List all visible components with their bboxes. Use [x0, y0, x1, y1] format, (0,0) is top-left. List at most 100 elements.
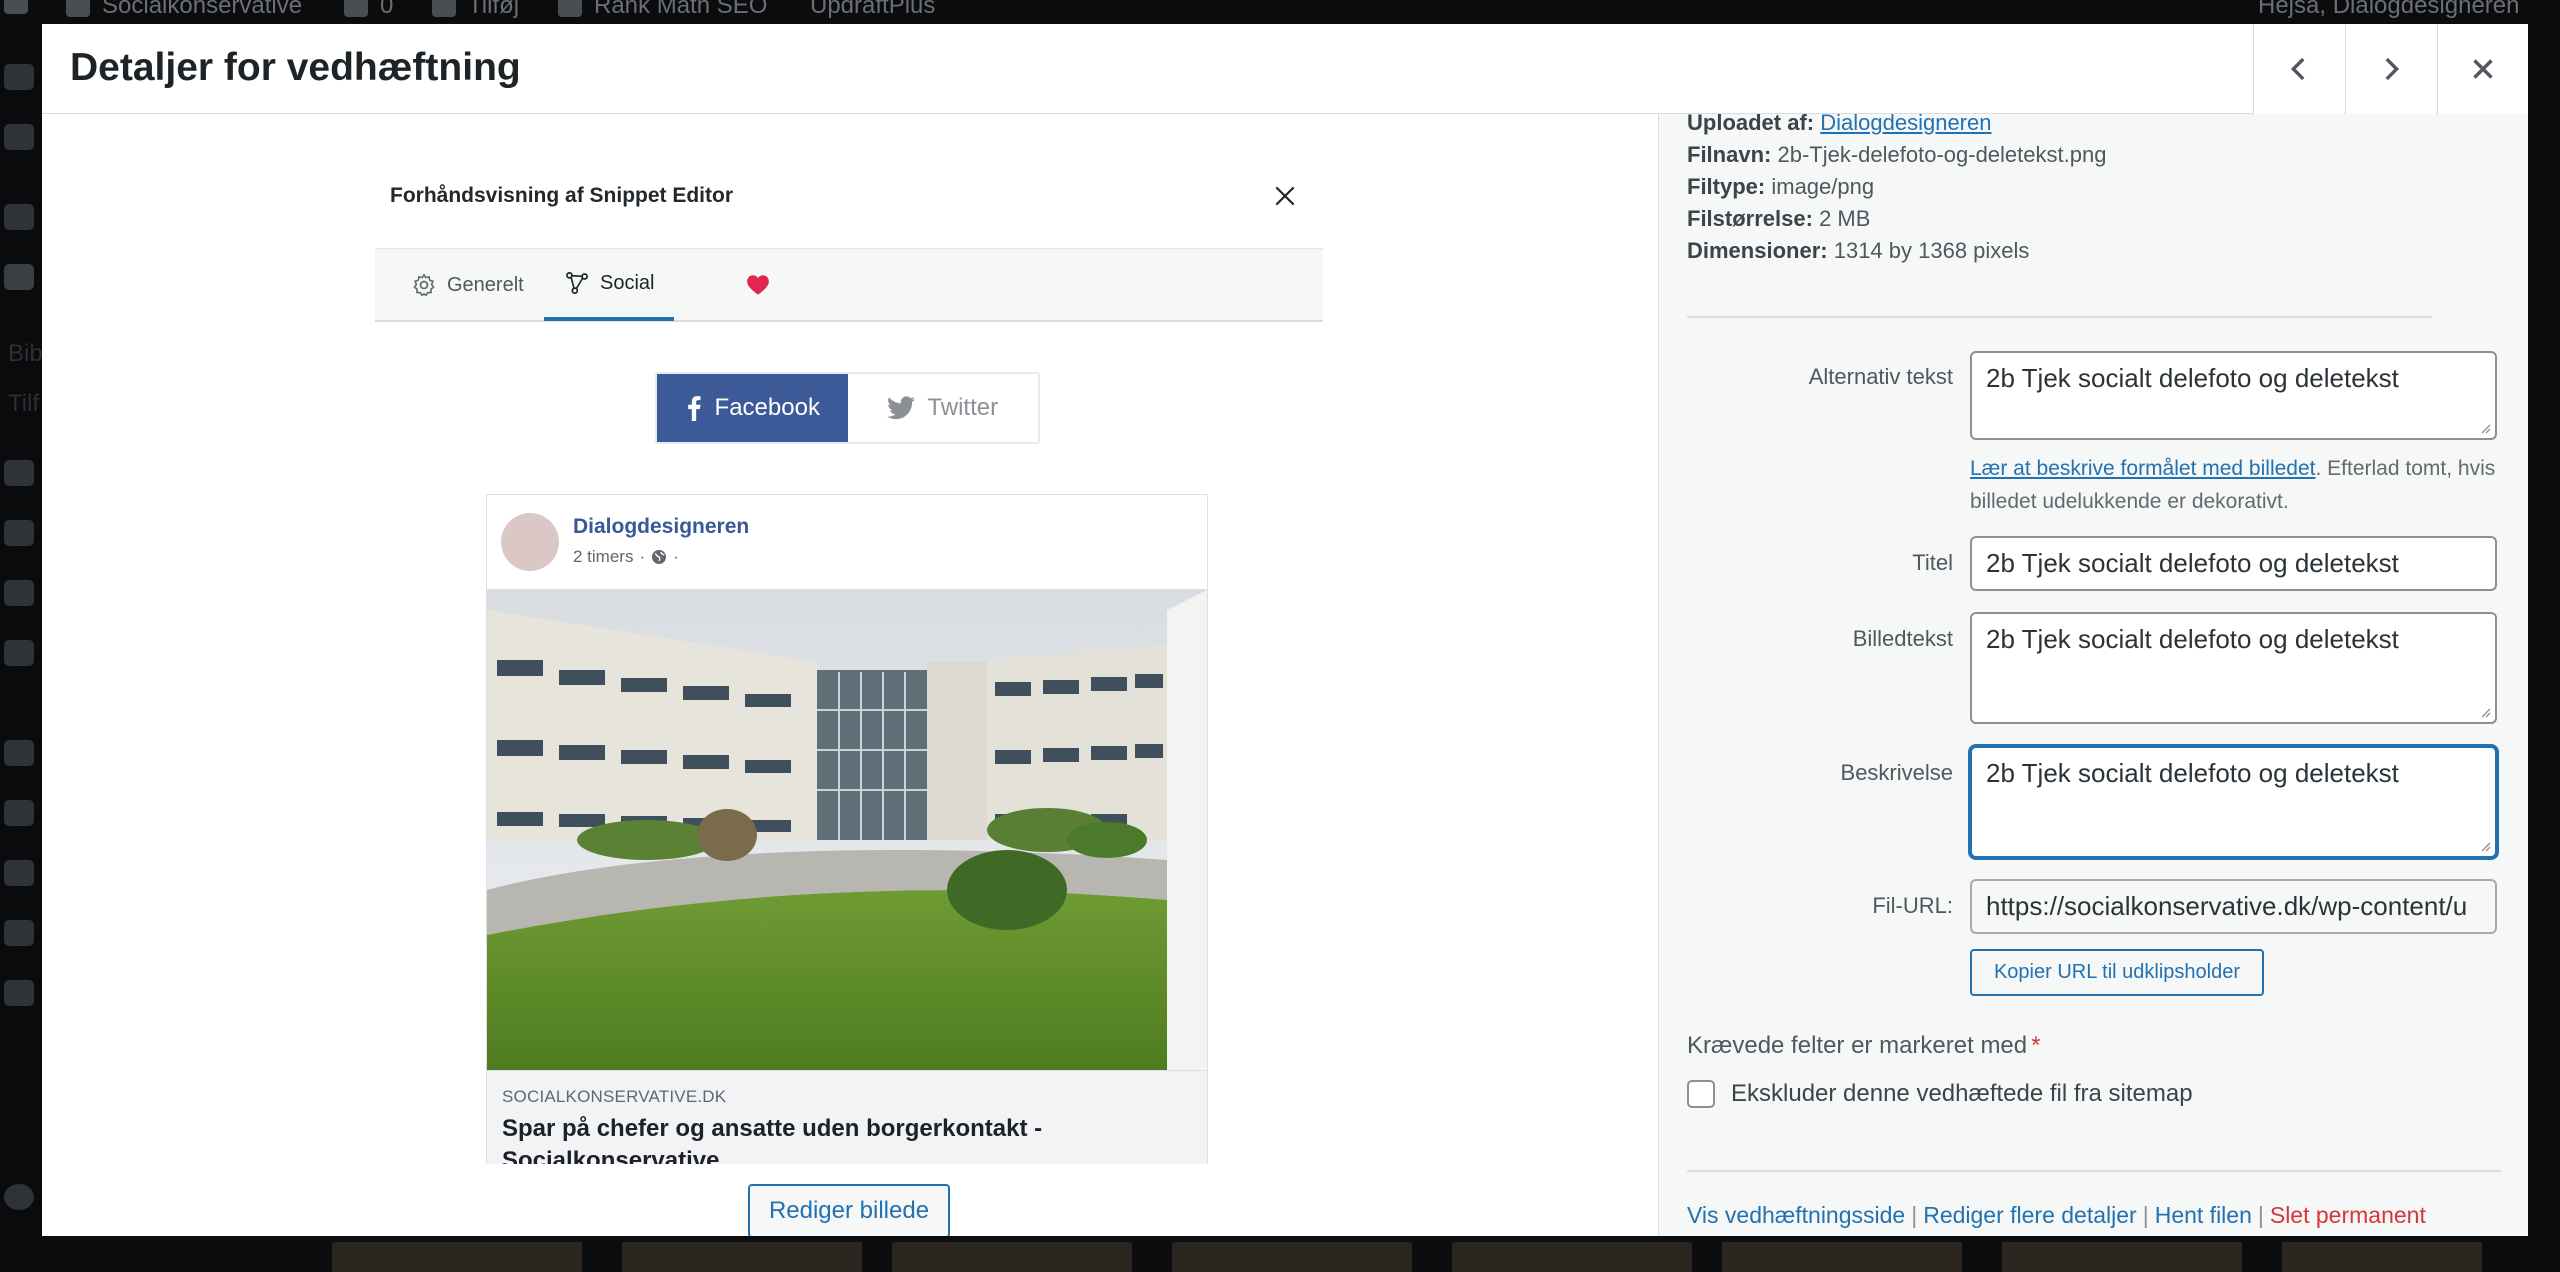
- modal-header: Detaljer for vedhæftning: [42, 24, 2528, 114]
- preview-title: Forhåndsvisning af Snippet Editor: [390, 184, 734, 207]
- tab-general[interactable]: Generelt: [411, 249, 524, 321]
- sidebar-library-text: Bib: [8, 340, 43, 367]
- filename-line: Filnavn: 2b-Tjek-delefoto-og-deletekst.p…: [1687, 142, 2107, 167]
- adminbar-updraft-link: UpdraftPlus: [810, 0, 936, 19]
- resize-grip-icon: [2481, 424, 2491, 434]
- delete-permanently-link[interactable]: Slet permanent: [2270, 1202, 2426, 1228]
- alt-text-label: Alternativ tekst: [1808, 364, 1953, 389]
- chart-icon: [4, 640, 34, 666]
- rank-math-icon: [558, 0, 582, 17]
- uploaded-by-link[interactable]: Dialogdesigneren: [1820, 114, 1991, 135]
- next-attachment-button[interactable]: [2345, 24, 2436, 114]
- adminbar-new-link: Tilføj: [432, 0, 519, 20]
- uploaded-by-line: Uploadet af: Dialogdesigneren: [1687, 114, 1991, 136]
- facebook-post-preview: Dialogdesigneren 2 timers · · SOCIALKONS…: [486, 494, 1208, 1164]
- required-fields-note: Krævede felter er markeret med *: [1687, 1032, 2041, 1059]
- snippet-editor-preview: Forhåndsvisning af Snippet Editor Genere…: [375, 152, 1323, 1164]
- adminbar-seo-link: Rank Math SEO: [558, 0, 767, 20]
- gear-icon: [413, 273, 435, 297]
- media-thumbnail: [2002, 1242, 2242, 1272]
- home-icon: [66, 0, 90, 17]
- media-thumbnail: [1722, 1242, 1962, 1272]
- media-grid-backdrop: [42, 1236, 2528, 1272]
- edit-more-details-link[interactable]: Rediger flere detaljer: [1923, 1202, 2137, 1228]
- divider: [1687, 316, 2432, 318]
- admin-bar-backdrop: Socialkonservative 0 Tilføj Rank Math SE…: [0, 0, 2560, 24]
- adminbar-greeting: Hejsa, Dialogdesigneren: [2258, 0, 2520, 19]
- alt-text-help-link[interactable]: Lær at beskrive formålet med billedet: [1970, 457, 2316, 480]
- globe-icon: [652, 550, 667, 564]
- twitter-icon: [887, 396, 916, 420]
- filetype-value: image/png: [1771, 174, 1875, 199]
- pin-icon: [4, 204, 34, 230]
- tab-favorite[interactable]: [733, 249, 783, 321]
- comments-icon: [4, 520, 34, 546]
- avatar: [501, 513, 559, 571]
- filesize-value: 2 MB: [1819, 206, 1871, 231]
- attachment-actions: Vis vedhæftningsside | Rediger flere detal…: [1687, 1202, 2426, 1228]
- settings-icon: [4, 980, 34, 1006]
- heart-icon: [747, 275, 769, 295]
- caption-field[interactable]: 2b Tjek socialt delefoto og deletekst: [1970, 612, 2497, 724]
- share-network-icon: [566, 272, 588, 294]
- meta-dot: ·: [673, 547, 679, 566]
- dashboard-icon: [4, 64, 34, 90]
- tab-general-label: Generelt: [447, 273, 524, 296]
- facebook-preview-button[interactable]: Facebook: [657, 374, 848, 442]
- sitemap-exclude-checkbox[interactable]: [1687, 1080, 1715, 1108]
- preview-tabs: Generelt Social: [375, 248, 1323, 322]
- collapse-icon: [4, 1184, 34, 1210]
- edit-image-button[interactable]: Rediger billede: [748, 1184, 950, 1236]
- wordpress-logo-icon: [4, 0, 28, 14]
- title-label: Titel: [1912, 550, 1953, 575]
- users-icon: [4, 860, 34, 886]
- tools-icon: [4, 920, 34, 946]
- description-field[interactable]: 2b Tjek socialt delefoto og deletekst: [1970, 746, 2497, 858]
- adminbar-comments-link: 0: [344, 0, 393, 20]
- post-author: Dialogdesigneren: [573, 515, 750, 538]
- preview-close-button[interactable]: [1265, 176, 1305, 216]
- meta-dot: ·: [639, 547, 646, 566]
- social-network-toggle: Facebook Twitter: [655, 372, 1040, 444]
- post-meta: 2 timers · ·: [573, 547, 679, 567]
- file-url-field[interactable]: https://socialkonservative.dk/wp-content…: [1970, 879, 2497, 934]
- caption-label: Billedtekst: [1852, 626, 1953, 651]
- media-thumbnail: [1452, 1242, 1692, 1272]
- view-attachment-page-link[interactable]: Vis vedhæftningsside: [1687, 1202, 1905, 1228]
- admin-sidebar-backdrop: Bib Tilf: [0, 24, 43, 1272]
- file-url-label: Fil-URL:: [1872, 893, 1953, 918]
- alt-text-field[interactable]: 2b Tjek socialt delefoto og deletekst: [1970, 351, 2497, 440]
- dimensions-line: Dimensioner: 1314 by 1368 pixels: [1687, 238, 2030, 263]
- previous-attachment-button[interactable]: [2253, 24, 2344, 114]
- media-thumbnail: [332, 1242, 582, 1272]
- building-photo: [487, 590, 1207, 1070]
- filename-value: 2b-Tjek-delefoto-og-deletekst.png: [1777, 142, 2107, 167]
- close-modal-button[interactable]: [2437, 24, 2528, 114]
- attachment-media-view: Forhåndsvisning af Snippet Editor Genere…: [42, 114, 1659, 1236]
- media-thumbnail: [622, 1242, 862, 1272]
- share-image: [487, 590, 1207, 1070]
- filetype-line: Filtype: image/png: [1687, 174, 1875, 199]
- description-label: Beskrivelse: [1840, 760, 1953, 785]
- modal-title: Detaljer for vedhæftning: [70, 46, 521, 89]
- filesize-line: Filstørrelse: 2 MB: [1687, 206, 1871, 231]
- resize-grip-icon: [2481, 708, 2491, 718]
- title-field[interactable]: 2b Tjek socialt delefoto og deletekst: [1970, 536, 2497, 591]
- attachment-info-panel: Uploadet af: Dialogdesigneren Filnavn: 2…: [1659, 114, 2528, 1236]
- comment-icon: [344, 0, 368, 17]
- download-file-link[interactable]: Hent filen: [2155, 1202, 2252, 1228]
- close-icon: [2473, 59, 2493, 79]
- tab-social[interactable]: Social: [544, 249, 675, 321]
- sitemap-exclude-option[interactable]: Ekskluder denne vedhæftede fil fra sitem…: [1687, 1080, 2193, 1108]
- copy-url-button[interactable]: Kopier URL til udklipsholder: [1970, 949, 2264, 996]
- link-preview-box: SOCIALKONSERVATIVE.DK Spar på chefer og …: [487, 1070, 1207, 1164]
- adminbar-site-link: Socialkonservative: [66, 0, 302, 20]
- media-thumbnail: [2282, 1242, 2482, 1272]
- facebook-label: Facebook: [714, 394, 820, 421]
- attachment-details-modal: Detaljer for vedhæftning Forhåndsvisning…: [42, 24, 2528, 1236]
- twitter-preview-button[interactable]: Twitter: [848, 374, 1039, 442]
- google-icon: [4, 124, 34, 150]
- media-thumbnail: [892, 1242, 1132, 1272]
- sitemap-exclude-label: Ekskluder denne vedhæftede fil fra sitem…: [1731, 1080, 2193, 1107]
- sidebar-add-text: Tilf: [8, 390, 40, 417]
